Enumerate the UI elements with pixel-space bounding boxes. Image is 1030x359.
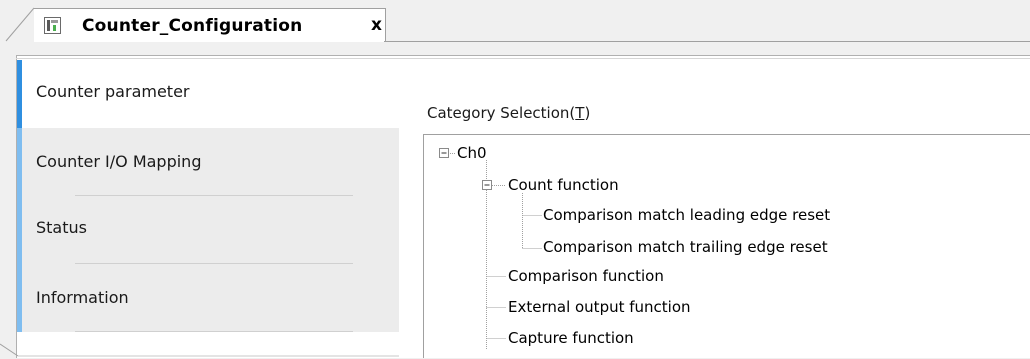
tab-label: Counter I/O Mapping bbox=[36, 152, 202, 171]
tab-accent-bar bbox=[17, 128, 22, 196]
tree-node-capture-function[interactable]: Capture function bbox=[508, 329, 634, 347]
tab-title: Counter_Configuration bbox=[82, 16, 303, 36]
category-tree[interactable]: Ch0 Count function Comparison match lead… bbox=[423, 134, 1030, 358]
tab-counter-parameter[interactable]: Counter parameter bbox=[17, 60, 399, 128]
device-config-icon bbox=[44, 17, 61, 34]
close-icon[interactable]: x bbox=[371, 15, 382, 35]
collapse-icon-ch0 bbox=[439, 148, 449, 158]
tab-panel-bottom-edge bbox=[0, 343, 399, 357]
tab-accent-bar bbox=[17, 196, 22, 264]
tab-baseline bbox=[384, 41, 1030, 42]
tree-node-trailing-edge-reset[interactable]: Comparison match trailing edge reset bbox=[543, 238, 828, 256]
tab-accent-bar bbox=[17, 60, 22, 128]
category-selection-label: Category Selection(T) bbox=[427, 104, 591, 122]
tree-node-count-function[interactable]: Count function bbox=[508, 176, 619, 194]
frame-divider bbox=[16, 58, 1030, 59]
tab-label: Information bbox=[36, 288, 129, 307]
tab-counter-io-mapping[interactable]: Counter I/O Mapping bbox=[17, 128, 399, 196]
document-tab-strip: Counter_Configuration x bbox=[0, 0, 1030, 42]
tab-status[interactable]: Status bbox=[17, 196, 399, 264]
tab-accent-bar bbox=[17, 264, 22, 332]
tree-node-comparison-function[interactable]: Comparison function bbox=[508, 267, 664, 285]
tree-node-ch0[interactable]: Ch0 bbox=[457, 144, 487, 162]
tab-information[interactable]: Information bbox=[17, 264, 399, 332]
tab-label: Status bbox=[36, 218, 87, 237]
tab-separator bbox=[75, 331, 353, 332]
collapse-icon-count-function bbox=[482, 180, 492, 190]
tree-node-external-output-function[interactable]: External output function bbox=[508, 298, 691, 316]
tree-node-leading-edge-reset[interactable]: Comparison match leading edge reset bbox=[543, 206, 830, 224]
document-tab[interactable]: Counter_Configuration x bbox=[34, 8, 386, 42]
tab-label: Counter parameter bbox=[36, 82, 190, 101]
